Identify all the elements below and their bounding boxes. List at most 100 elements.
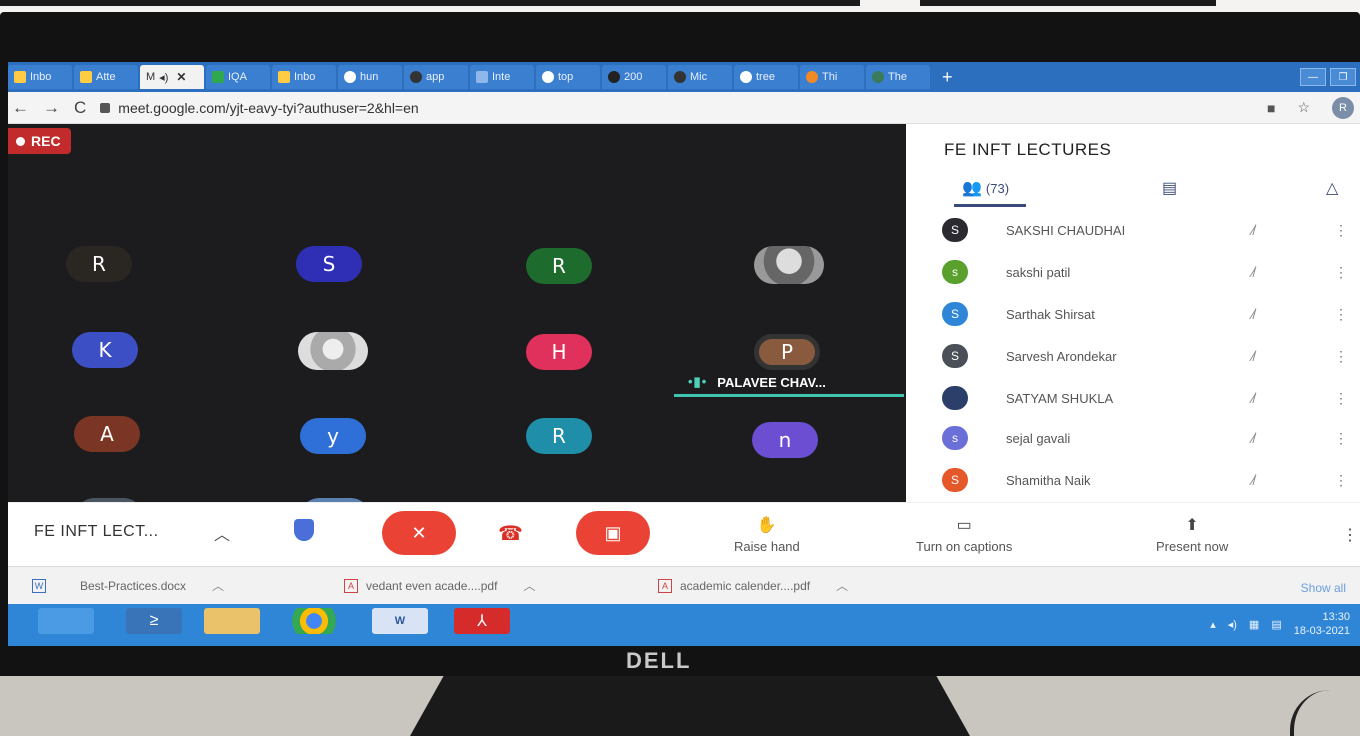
close-tab-icon[interactable]: ✕ [176,70,186,84]
tab-chat[interactable]: ▤ [1162,178,1177,198]
browser-tab[interactable]: Inbo [272,65,336,89]
download-item[interactable]: W Best-Practices.docx ︿ [32,577,224,594]
participant-tile[interactable]: n [752,422,818,458]
more-options-icon[interactable]: ⋮ [1334,472,1348,489]
chevron-up-icon[interactable]: ︿ [212,577,224,594]
browser-tab[interactable]: top [536,65,600,89]
active-tab-indicator [954,204,1026,207]
mic-off-icon: ⁄̸ [1252,390,1255,406]
acrobat-icon[interactable]: ⅄ [454,608,510,634]
participant-tile[interactable]: A [74,416,140,452]
participant-row[interactable]: SATYAM SHUKLA ⁄̸ ⋮ [906,380,1360,416]
more-options-icon[interactable]: ⋮ [1334,306,1348,323]
network-icon[interactable]: ▦ [1249,618,1259,631]
new-tab-button[interactable]: + [932,67,963,88]
leave-call-button[interactable]: ☎ [498,521,523,546]
browser-tab[interactable]: tree [734,65,798,89]
star-icon[interactable]: ☆ [1297,99,1310,116]
more-options-icon[interactable]: ⋮ [1342,525,1358,545]
participant-tile[interactable]: R [526,418,592,454]
raise-hand-button[interactable]: ✋ Raise hand [734,515,800,554]
explorer-icon[interactable] [38,608,94,634]
browser-tab[interactable]: app [404,65,468,89]
powershell-icon[interactable]: ≥ [126,608,182,634]
participant-row[interactable]: S SAKSHI CHAUDHAI ⁄̸ ⋮ [906,212,1360,248]
back-icon[interactable]: ← [12,98,29,118]
more-options-icon[interactable]: ⋮ [1334,348,1348,365]
participant-row[interactable]: S Sarthak Shirsat ⁄̸ ⋮ [906,296,1360,332]
participant-row[interactable]: s sakshi patil ⁄̸ ⋮ [906,254,1360,290]
chrome-icon[interactable] [286,608,342,634]
participant-photo[interactable] [298,332,368,370]
folder-icon[interactable] [204,608,260,634]
participant-row[interactable]: S Sarvesh Arondekar ⁄̸ ⋮ [906,338,1360,374]
participant-row[interactable]: s sejal gavali ⁄̸ ⋮ [906,420,1360,456]
mic-off-icon: ⁄̸ [1252,430,1255,446]
minimize-button[interactable]: — [1300,68,1326,86]
profile-avatar[interactable]: R [1332,96,1354,119]
photo-scene: DELL Inbo Atte M ◂) ✕ IQA Inbo hun app Int… [0,0,1360,736]
maximize-button[interactable]: ❐ [1330,68,1356,86]
camera-icon[interactable]: ■ [1267,100,1275,116]
participant-tile[interactable]: S [296,246,362,282]
avatar: s [942,260,968,284]
participant-tile[interactable]: R [526,248,592,284]
participant-row[interactable]: S Shamitha Naik ⁄̸ ⋮ [906,462,1360,498]
tab-strip: Inbo Atte M ◂) ✕ IQA Inbo hun app Inte top… [8,62,1360,92]
more-options-icon[interactable]: ⋮ [1334,430,1348,447]
volume-icon[interactable]: ◂) [1228,618,1237,631]
chevron-up-icon[interactable]: ︿ [836,577,848,594]
mic-off-icon: ⁄̸ [1252,222,1255,238]
word-file-icon: W [32,578,46,593]
mic-off-icon: ⁄̸ [1252,306,1255,322]
more-options-icon[interactable]: ⋮ [1334,390,1348,407]
participant-photo[interactable] [754,246,824,284]
forward-icon[interactable]: → [43,98,60,118]
browser-tab[interactable]: hun [338,65,402,89]
panel-tabs: 👥 (73) ▤ △ [906,174,1360,208]
tab-people[interactable]: 👥 (73) [962,178,1009,198]
chevron-up-icon[interactable]: ︿ [214,521,230,545]
download-item[interactable]: Avedant even acade....pdf ︿ [344,577,535,594]
browser-tab[interactable]: 200 [602,65,666,89]
more-options-icon[interactable]: ⋮ [1334,222,1348,239]
avatar [942,386,968,410]
browser-tab[interactable]: Thi [800,65,864,89]
browser-tab-active[interactable]: M ◂) ✕ [140,65,204,89]
clock[interactable]: 13:30 18-03-2021 [1294,610,1350,638]
host-controls-icon[interactable] [294,519,314,541]
meeting-name[interactable]: FE INFT LECT... [34,523,159,541]
participant-tile[interactable]: R [66,246,132,282]
participant-tile[interactable]: K [72,332,138,368]
globe-icon [410,71,422,83]
tab-activities[interactable]: △ [1326,178,1338,198]
download-item[interactable]: Aacademic calender....pdf ︿ [658,577,848,594]
chevron-up-icon[interactable]: ︿ [523,577,535,594]
browser-tab[interactable]: Inbo [8,65,72,89]
url-field[interactable]: meet.google.com/yjt-eavy-tyi?authuser=2&… [100,100,419,116]
participant-tile[interactable]: y [300,418,366,454]
word-icon[interactable]: W [372,608,428,634]
captions-button[interactable]: ▭ Turn on captions [916,515,1012,554]
mic-off-icon: ✕ [411,522,427,543]
camera-off-icon: ▣ [604,522,622,543]
reload-icon[interactable]: C [74,98,86,118]
site-icon [872,71,884,83]
camera-off-button[interactable]: ▣ [576,511,650,555]
record-dot-icon [16,136,25,146]
mic-off-button[interactable]: ✕ [382,511,456,555]
show-all-link[interactable]: Show all [1301,581,1346,595]
speaker-label: •▮• PALAVEE CHAV... [688,374,826,390]
show-hidden-icon[interactable]: ▴ [1210,618,1216,631]
participant-tile-speaking[interactable]: P [754,334,820,370]
browser-tab[interactable]: Atte [74,65,138,89]
present-button[interactable]: ⬆ Present now [1156,515,1228,554]
language-icon[interactable]: ▤ [1271,618,1281,631]
participant-tile[interactable]: H [526,334,592,370]
browser-tab[interactable]: Inte [470,65,534,89]
browser-tab[interactable]: The [866,65,930,89]
browser-tab[interactable]: Mic [668,65,732,89]
more-options-icon[interactable]: ⋮ [1334,264,1348,281]
browser-tab[interactable]: IQA [206,65,270,89]
address-bar: ← → C meet.google.com/yjt-eavy-tyi?authu… [8,92,1360,124]
